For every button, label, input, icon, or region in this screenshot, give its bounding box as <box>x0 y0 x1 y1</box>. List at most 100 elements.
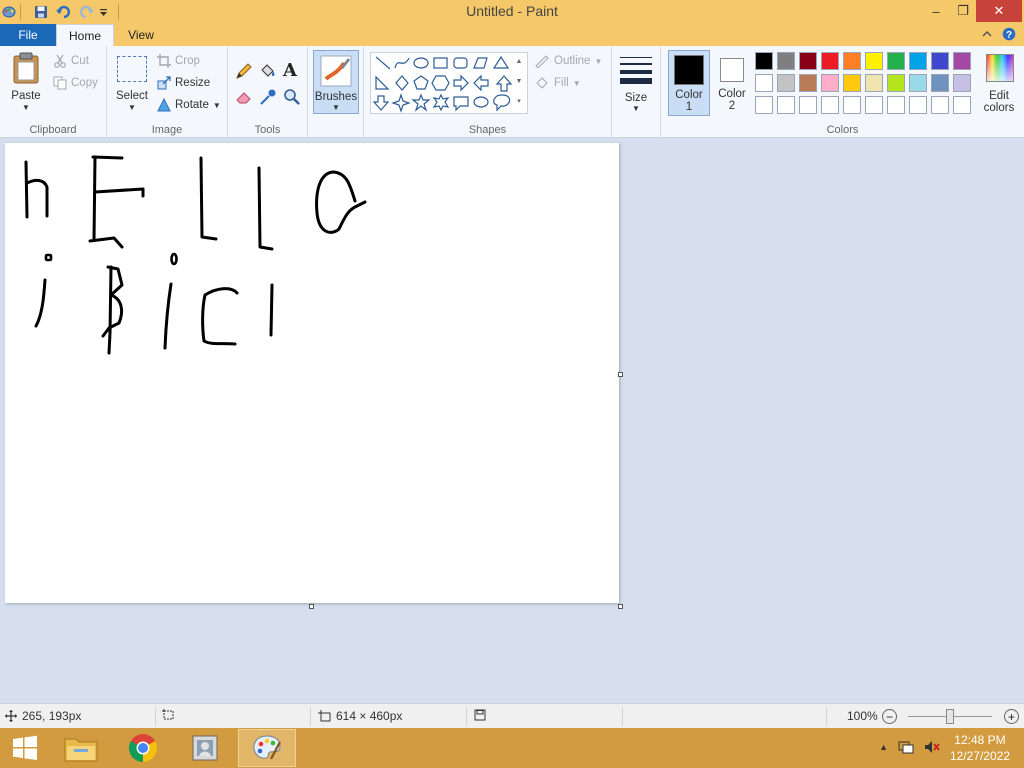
photo-viewer-icon <box>192 735 218 761</box>
color-swatch[interactable] <box>843 74 861 92</box>
color-picker-icon[interactable] <box>259 88 277 109</box>
color-swatch[interactable] <box>755 74 773 92</box>
tab-home[interactable]: Home <box>56 24 114 46</box>
taskbar-chrome[interactable] <box>114 729 172 767</box>
status-divider <box>622 707 623 726</box>
eraser-icon[interactable] <box>235 88 253 109</box>
fill-button[interactable]: Fill ▼ <box>534 76 581 90</box>
network-icon[interactable] <box>898 740 914 754</box>
text-tool-icon[interactable]: A <box>283 60 297 81</box>
paintbrush-icon <box>320 55 352 87</box>
paste-button[interactable]: Paste ▼ <box>6 50 46 118</box>
taskbar-app[interactable] <box>176 729 234 767</box>
colors-group-label: Colors <box>826 124 859 136</box>
color-swatch[interactable] <box>777 96 795 114</box>
color-swatch[interactable] <box>821 96 839 114</box>
taskbar-file-explorer[interactable] <box>52 729 110 767</box>
color-swatch[interactable] <box>887 52 905 70</box>
close-button[interactable]: ✕ <box>976 0 1022 22</box>
color-swatch[interactable] <box>953 52 971 70</box>
outline-brush-icon <box>535 55 549 68</box>
copy-button[interactable]: Copy <box>53 76 98 90</box>
selection-size-icon <box>162 709 174 720</box>
color-swatch[interactable] <box>931 96 949 114</box>
maximize-button[interactable]: ❐ <box>950 0 976 22</box>
outline-button[interactable]: Outline ▼ <box>534 54 602 68</box>
color-swatch[interactable] <box>821 52 839 70</box>
chevron-down-icon: ▼ <box>572 78 581 88</box>
color-swatch[interactable] <box>909 96 927 114</box>
resize-handle-corner[interactable] <box>618 604 623 609</box>
gallery-scroll[interactable]: ▲ ▼ ▾ <box>514 52 524 114</box>
zoom-slider-thumb[interactable] <box>946 709 954 724</box>
shapes-group-label: Shapes <box>468 124 507 136</box>
cut-button[interactable]: Cut <box>53 54 89 68</box>
start-button[interactable] <box>0 729 50 767</box>
chevron-down-icon: ▼ <box>632 104 640 113</box>
select-label: Select <box>116 90 148 102</box>
color-swatch[interactable] <box>887 96 905 114</box>
workspace <box>0 139 1024 703</box>
zoom-level: 100% <box>847 709 878 723</box>
select-button[interactable]: Select ▼ <box>113 52 151 120</box>
color-swatch[interactable] <box>755 52 773 70</box>
canvas-size: 614 × 460px <box>318 709 402 723</box>
color-swatch[interactable] <box>865 52 883 70</box>
show-hidden-icons[interactable]: ▲ <box>879 742 888 752</box>
crop-button[interactable]: Crop <box>157 54 200 68</box>
color-swatch[interactable] <box>799 96 817 114</box>
taskbar-paint[interactable] <box>238 729 296 767</box>
clipboard-group-label: Clipboard <box>29 124 77 136</box>
volume-muted-icon[interactable] <box>924 740 940 754</box>
color-swatch[interactable] <box>755 96 773 114</box>
drawing-canvas[interactable] <box>5 143 619 603</box>
color-swatch[interactable] <box>777 74 795 92</box>
size-button[interactable]: Size ▼ <box>612 50 660 118</box>
pencil-icon[interactable] <box>235 62 253 83</box>
color-swatch[interactable] <box>909 74 927 92</box>
zoom-in-button[interactable]: + <box>1004 709 1019 724</box>
color-swatch[interactable] <box>865 96 883 114</box>
collapse-ribbon-icon[interactable] <box>982 27 992 44</box>
minimize-button[interactable]: – <box>922 0 950 22</box>
color-swatch[interactable] <box>953 74 971 92</box>
shapes-gallery[interactable] <box>370 52 528 114</box>
help-icon[interactable]: ? <box>1002 27 1016 44</box>
cursor-position-text: 265, 193px <box>22 709 82 723</box>
color-swatch[interactable] <box>843 52 861 70</box>
clock-date: 12/27/2022 <box>949 749 1010 763</box>
chrome-icon <box>129 734 157 762</box>
canvas-size-text: 614 × 460px <box>336 709 403 723</box>
resize-handle-right[interactable] <box>618 372 623 377</box>
edit-colors-button[interactable]: Edit colors <box>977 50 1021 118</box>
color-swatch[interactable] <box>799 74 817 92</box>
brushes-button[interactable]: Brushes ▼ <box>313 50 359 114</box>
tab-file[interactable]: File <box>0 24 56 46</box>
color-swatch[interactable] <box>843 96 861 114</box>
color-swatch[interactable] <box>777 52 795 70</box>
resize-button[interactable]: Resize <box>157 76 210 90</box>
color-swatch[interactable] <box>821 74 839 92</box>
cursor-position: 265, 193px <box>5 709 81 723</box>
magnifier-icon[interactable] <box>283 88 301 109</box>
ribbon-help-area: ? <box>982 27 1016 44</box>
resize-label: Resize <box>175 77 211 89</box>
color-swatch[interactable] <box>799 52 817 70</box>
file-size <box>474 709 486 721</box>
clock[interactable]: 12:48 PM 12/27/2022 <box>950 732 1010 764</box>
clipboard-group: Paste ▼ Cut Copy Clipboard <box>0 46 107 138</box>
color-swatch[interactable] <box>953 96 971 114</box>
resize-handle-bottom[interactable] <box>309 604 314 609</box>
fill-bucket-icon[interactable] <box>258 62 276 83</box>
crop-label: Crop <box>175 55 200 67</box>
color-swatch[interactable] <box>865 74 883 92</box>
color-swatch[interactable] <box>909 52 927 70</box>
zoom-out-button[interactable]: − <box>882 709 897 724</box>
fill-label: Fill <box>554 77 569 89</box>
tab-view[interactable]: View <box>114 24 168 46</box>
rotate-button[interactable]: Rotate ▼ <box>157 98 221 112</box>
color-swatch[interactable] <box>931 74 949 92</box>
disk-icon <box>474 709 486 721</box>
color-swatch[interactable] <box>887 74 905 92</box>
color-swatch[interactable] <box>931 52 949 70</box>
